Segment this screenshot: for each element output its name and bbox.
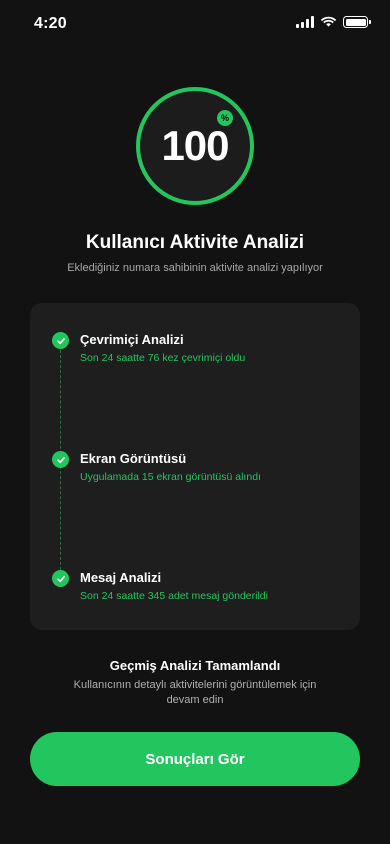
step-title: Çevrimiçi Analizi [80, 332, 184, 347]
status-icons [296, 16, 371, 28]
completion-description: Kullanıcının detaylı aktivitelerini görü… [73, 679, 317, 706]
analysis-steps-card: Çevrimiçi Analizi Son 24 saatte 76 kez ç… [30, 303, 360, 630]
status-time: 4:20 [34, 15, 67, 32]
check-icon [52, 451, 69, 468]
percent-badge: % [217, 110, 233, 126]
step-title: Mesaj Analizi [80, 570, 162, 585]
app-screen: 4:20 100 % Kullanıcı Aktivite Analizi Ek… [0, 0, 390, 844]
step-description: Uygulamada 15 ekran görüntüsü alındı [80, 471, 261, 483]
signal-icon [296, 16, 314, 28]
completion-title: Geçmiş Analizi Tamamlandı [109, 658, 281, 673]
step-title: Ekran Görüntüsü [80, 451, 187, 466]
status-bar: 4:20 [0, 0, 390, 48]
page-title: Kullanıcı Aktivite Analizi [85, 232, 305, 253]
progress-ring: 100 % [135, 86, 255, 206]
progress-value: 100 [161, 122, 229, 169]
step-description: Son 24 saatte 76 kez çevrimiçi oldu [80, 352, 246, 364]
check-icon [52, 570, 69, 587]
step-description: Son 24 saatte 345 adet mesaj gönderildi [80, 590, 268, 602]
check-icon [52, 332, 69, 349]
wifi-icon [320, 16, 337, 27]
page-subtitle: Eklediğiniz numara sahibinin aktivite an… [67, 262, 323, 274]
battery-icon [343, 16, 371, 28]
see-results-button[interactable]: Sonuçları Gör [30, 732, 360, 786]
